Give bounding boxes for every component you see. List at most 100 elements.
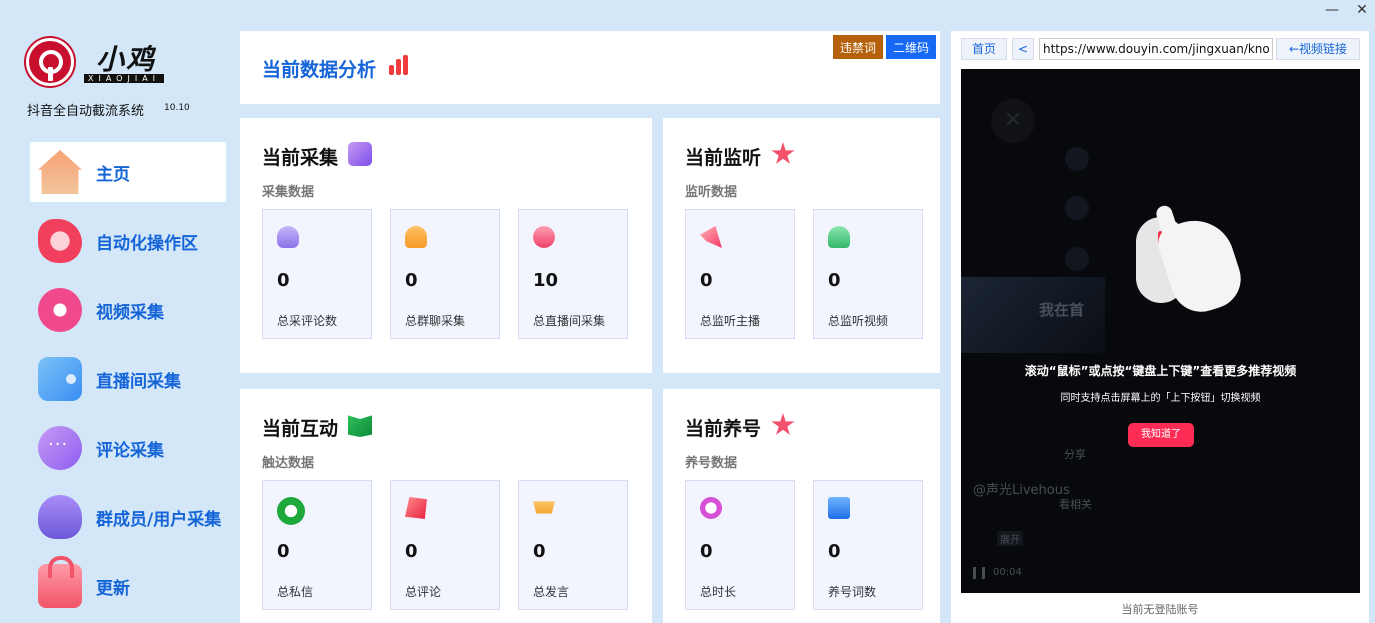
group-chat-icon <box>405 226 427 248</box>
close-button[interactable]: ✕ <box>1355 2 1369 18</box>
nav-label: 更新 <box>96 578 130 599</box>
app-title: 抖音全自动截流系统 <box>27 104 145 119</box>
gift-icon <box>348 142 372 166</box>
stat-value: 0 <box>700 541 713 562</box>
stat-card: 0 总时长 <box>685 480 795 610</box>
star-icon <box>771 413 795 435</box>
stat-label: 总时长 <box>700 585 737 599</box>
stat-card: 0 总发言 <box>518 480 628 610</box>
nav-label: 主页 <box>96 164 130 185</box>
section-title: 当前采集 <box>262 147 339 169</box>
collect-section: 当前采集 采集数据 0 总采评论数 0 总群聊采集 10 总直播间采集 <box>240 118 652 373</box>
stat-value: 0 <box>828 270 841 291</box>
section-title: 当前互动 <box>262 418 339 440</box>
nav-label: 评论采集 <box>96 440 164 461</box>
stat-value: 0 <box>277 270 290 291</box>
logo-subtitle: XIAOJIAI <box>84 74 165 83</box>
guide-subtip: 同时支持点击屏幕上的「上下按钮」切换视频 <box>1060 393 1261 404</box>
stat-label: 养号词数 <box>828 585 877 599</box>
stat-label: 总发言 <box>533 585 570 599</box>
stat-value: 0 <box>700 270 713 291</box>
stat-label: 总监听主播 <box>700 314 761 328</box>
stat-value: 0 <box>405 270 418 291</box>
wallet-icon <box>38 357 82 401</box>
nav-item-update[interactable]: 更新 <box>30 556 226 616</box>
stat-card: 10 总直播间采集 <box>518 209 628 339</box>
stat-card: 0 总群聊采集 <box>390 209 500 339</box>
phone-icon <box>277 497 305 525</box>
nav-item-group-collect[interactable]: 群成员/用户采集 <box>30 487 226 547</box>
nav-item-comment-collect[interactable]: 评论采集 <box>30 418 226 478</box>
stat-card: 0 总评论 <box>390 480 500 610</box>
stat-card: 0 总监听视频 <box>813 209 923 339</box>
star-icon <box>771 142 795 164</box>
megaphone-icon <box>700 226 722 248</box>
stat-value: 0 <box>405 541 418 562</box>
logo-key-icon <box>26 38 74 86</box>
nav-item-automation[interactable]: 自动化操作区 <box>30 211 226 271</box>
collect-comment-icon <box>277 226 299 248</box>
window-controls: — ✕ <box>1325 2 1369 18</box>
video-play-icon <box>38 288 82 332</box>
stat-label: 总直播间采集 <box>533 314 606 328</box>
section-subtitle: 养号数据 <box>685 456 738 471</box>
minimize-button[interactable]: — <box>1325 2 1339 18</box>
section-subtitle: 监听数据 <box>685 185 738 200</box>
nav-item-video-collect[interactable]: 视频采集 <box>30 280 226 340</box>
qrcode-button[interactable]: 二维码 <box>886 35 936 59</box>
got-it-button[interactable]: 我知道了 <box>1128 423 1194 447</box>
login-status: 当前无登陆账号 <box>1121 603 1199 616</box>
video-viewport[interactable]: ✕ 11 我在首 分享 @声光Livehous 看相关 展开 00:04 滚动“… <box>961 69 1360 593</box>
stat-card: 0 总私信 <box>262 480 372 610</box>
section-subtitle: 采集数据 <box>262 185 315 200</box>
stat-card: 0 总采评论数 <box>262 209 372 339</box>
sidebar-nav: 主页 自动化操作区 视频采集 直播间采集 评论采集 群成员/用户采集 更新 <box>30 142 226 623</box>
nav-item-home[interactable]: 主页 <box>30 142 226 202</box>
app-version: 10.10 <box>164 103 190 113</box>
nav-label: 自动化操作区 <box>96 233 198 254</box>
logo: 小鸡 XIAOJIAI <box>26 38 226 88</box>
stat-label: 总私信 <box>277 585 314 599</box>
document-icon <box>828 497 850 519</box>
sidebar: 小鸡 XIAOJIAI 抖音全自动截流系统 10.10 主页 自动化操作区 视频… <box>0 0 236 623</box>
live-room-icon <box>533 226 555 248</box>
video-link-button[interactable]: ←视频链接 <box>1276 38 1360 60</box>
monitor-section: 当前监听 监听数据 0 总监听主播 0 总监听视频 <box>663 118 940 373</box>
book-icon <box>348 415 372 437</box>
automation-icon <box>38 219 82 263</box>
stat-label: 总监听视频 <box>828 314 889 328</box>
home-button[interactable]: 首页 <box>961 38 1007 60</box>
nav-label: 直播间采集 <box>96 371 181 392</box>
stat-label: 总群聊采集 <box>405 314 466 328</box>
section-title: 当前养号 <box>685 418 762 440</box>
url-input[interactable] <box>1039 38 1273 60</box>
stat-value: 10 <box>533 270 559 291</box>
nav-label: 视频采集 <box>96 302 164 323</box>
bar-chart-icon <box>387 55 413 79</box>
user-group-icon <box>38 495 82 539</box>
bell-icon <box>828 226 850 248</box>
lock-icon <box>38 556 82 608</box>
guide-tip: 滚动“鼠标”或点按“键盘上下键”查看更多推荐视频 <box>1024 364 1297 378</box>
section-title: 当前监听 <box>685 147 762 169</box>
chat-bubble-icon <box>38 426 82 470</box>
ban-words-button[interactable]: 违禁词 <box>833 35 883 59</box>
overlay <box>961 69 1360 593</box>
home-icon <box>38 150 82 194</box>
back-button[interactable]: < <box>1012 38 1034 60</box>
nav-item-live-collect[interactable]: 直播间采集 <box>30 349 226 409</box>
nav-label: 群成员/用户采集 <box>96 509 222 530</box>
browser-panel: 首页 < ←视频链接 ✕ 11 我在首 分享 @声光Livehous 看相关 展… <box>951 31 1369 623</box>
stat-label: 总采评论数 <box>277 314 338 328</box>
page-title: 当前数据分析 <box>262 59 377 81</box>
comment-icon <box>405 497 427 519</box>
stat-value: 0 <box>277 541 290 562</box>
nurture-section: 当前养号 养号数据 0 总时长 0 养号词数 <box>663 389 940 623</box>
logo-name: 小鸡 <box>96 43 157 76</box>
section-subtitle: 触达数据 <box>262 456 315 471</box>
interact-section: 当前互动 触达数据 0 总私信 0 总评论 0 总发言 <box>240 389 652 623</box>
stat-value: 0 <box>828 541 841 562</box>
stat-card: 0 养号词数 <box>813 480 923 610</box>
stat-label: 总评论 <box>405 585 442 599</box>
magnifier-icon <box>700 497 722 519</box>
